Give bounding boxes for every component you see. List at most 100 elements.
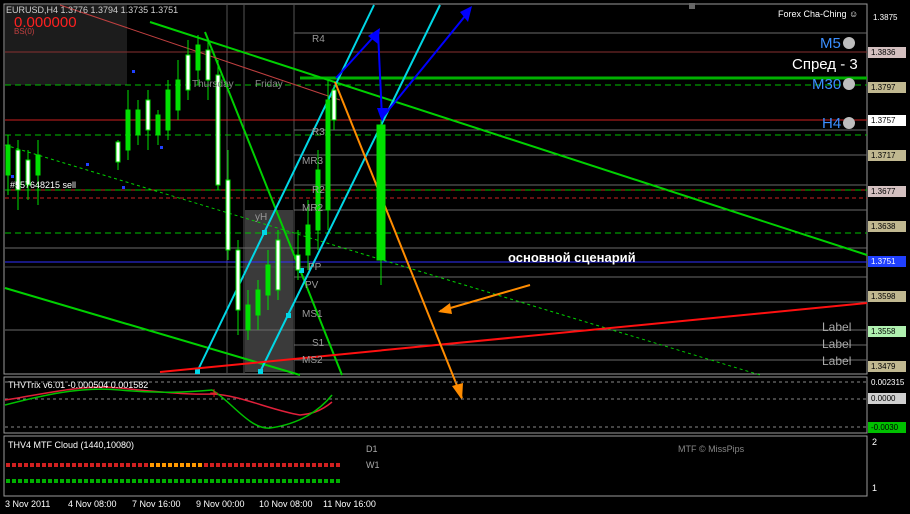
time-label: 10 Nov 08:00 [259, 499, 313, 509]
cloud-cell [294, 463, 298, 467]
cloud-cell [192, 479, 196, 483]
cloud-cell [132, 463, 136, 467]
cloud-cell [276, 463, 280, 467]
cloud-cell [246, 463, 250, 467]
cloud-cell [66, 463, 70, 467]
mt4-chart-window[interactable]: + EURUSD,H4 1.3776 1.3794 1.3735 1.3751 … [0, 0, 910, 514]
cloud-cell [66, 479, 70, 483]
cloud-cell [42, 463, 46, 467]
m5-status-dot [842, 37, 855, 49]
pivot-pp: PP [308, 262, 322, 273]
spread-label: Спред - 3 [792, 56, 858, 73]
trix-title: THVTrix v6.01 -0.000504 0.001582 [8, 380, 149, 390]
pivot-ms1: MS1 [302, 309, 323, 320]
cloud-cell [276, 479, 280, 483]
pivot-mr2: MR2 [302, 203, 324, 214]
cloud-cell [126, 479, 130, 483]
price-tag: 1.3717 [871, 151, 896, 160]
cloud-cell [282, 479, 286, 483]
label-1: Label [822, 320, 852, 334]
cloud-cell [300, 479, 304, 483]
cloud-cell [222, 479, 226, 483]
cloud-cell [306, 463, 310, 467]
cloud-cell [120, 463, 124, 467]
cloud-cell [258, 479, 262, 483]
cloud-cell [210, 463, 214, 467]
day-label-friday: Friday [255, 79, 283, 90]
trix-low-tag: -0.0030 [871, 423, 899, 432]
cloud-cell [282, 463, 286, 467]
cloud-cell [252, 479, 256, 483]
cloud-cell [78, 479, 82, 483]
cloud-cell [6, 479, 10, 483]
cloud-cell [84, 479, 88, 483]
cloud-cell [162, 463, 166, 467]
cloud-cell [120, 479, 124, 483]
day-label-thursday: Thursday [192, 79, 234, 90]
cloud-cell [318, 463, 322, 467]
cloud-cell [156, 463, 160, 467]
time-label: 3 Nov 2011 [5, 499, 51, 509]
cloud-tick: 1 [872, 483, 878, 493]
cloud-cell [18, 463, 22, 467]
cloud-cell [240, 479, 244, 483]
cloud-tick: 2 [872, 437, 878, 447]
cloud-cell [48, 463, 52, 467]
cloud-cell [288, 463, 292, 467]
price-tag: 1.3677 [871, 187, 896, 196]
cloud-cell [162, 479, 166, 483]
pivot-pv: PV [305, 280, 319, 291]
cloud-cell [96, 479, 100, 483]
cloud-cell [210, 479, 214, 483]
cloud-label-w1: W1 [366, 460, 380, 470]
cloud-cell [336, 479, 340, 483]
cloud-cell [306, 479, 310, 483]
pivot-r4: R4 [312, 34, 325, 45]
main-panel-frame [3, 3, 868, 375]
time-label: 4 Nov 08:00 [68, 499, 117, 509]
cloud-cell [30, 479, 34, 483]
cloud-cell [54, 479, 58, 483]
cloud-cell [312, 463, 316, 467]
cloud-cell [324, 463, 328, 467]
cloud-cell [216, 479, 220, 483]
cloud-cell [234, 479, 238, 483]
cloud-cell [234, 463, 238, 467]
cloud-cell [186, 479, 190, 483]
price-tick: 1.3875 [873, 13, 898, 22]
price-tag: 1.3598 [871, 292, 896, 301]
cloud-cell [72, 463, 76, 467]
cloud-cell [24, 479, 28, 483]
h4-status-dot [843, 117, 856, 129]
cloud-cell [90, 463, 94, 467]
cloud-cell [78, 463, 82, 467]
yesterday-high-label: yH [255, 212, 268, 223]
cloud-cell [198, 479, 202, 483]
cloud-credit: MTF © MissPips [678, 444, 745, 454]
order-label: #557648215 sell [10, 180, 77, 190]
main-chart-canvas[interactable]: + [0, 0, 910, 514]
cloud-cell [24, 463, 28, 467]
cloud-cell [12, 463, 16, 467]
cloud-cell [204, 479, 208, 483]
price-tag: 1.3797 [871, 83, 896, 92]
cloud-cell [84, 463, 88, 467]
pivot-r3: R3 [312, 127, 325, 138]
label-2: Label [822, 337, 852, 351]
cloud-cell [228, 463, 232, 467]
cloud-row-d1 [6, 463, 340, 467]
label-3: Label [822, 354, 852, 368]
cloud-cell [48, 479, 52, 483]
trix-tick: 0.002315 [871, 378, 905, 387]
cloud-cell [300, 463, 304, 467]
cloud-cell [102, 463, 106, 467]
cloud-cell [168, 463, 172, 467]
cloud-cell [30, 463, 34, 467]
cloud-cell [144, 479, 148, 483]
svg-text:+: + [209, 386, 219, 400]
cloud-cell [330, 479, 334, 483]
pivot-s1: S1 [312, 338, 325, 349]
cloud-cell [270, 479, 274, 483]
cloud-cell [324, 479, 328, 483]
corner-indicator [689, 3, 695, 9]
